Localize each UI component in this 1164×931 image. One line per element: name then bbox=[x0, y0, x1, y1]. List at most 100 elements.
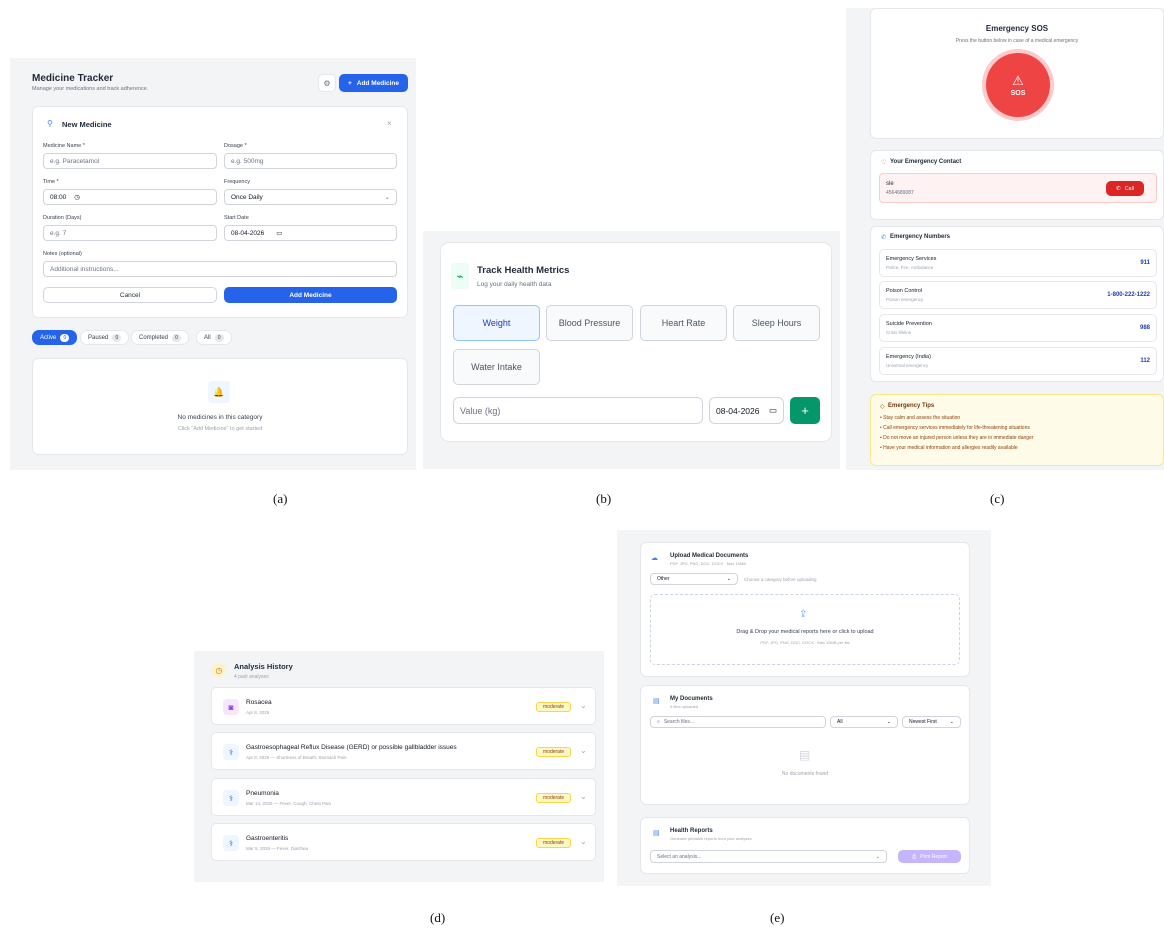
upload-icon: ⇪ bbox=[799, 609, 808, 620]
caption-c: (c) bbox=[990, 491, 1005, 506]
shield-icon: ◇ bbox=[880, 404, 885, 410]
filter-completed[interactable]: Completed 0 bbox=[131, 330, 190, 345]
emergency-panel: Emergency SOS Press the button below in … bbox=[846, 8, 1164, 470]
page-title: Medicine Tracker bbox=[32, 73, 114, 84]
history-subtitle: 4 past analyses bbox=[234, 674, 269, 680]
number-row[interactable]: Emergency (India) Universal emergency 11… bbox=[879, 347, 1157, 375]
stethoscope-icon: ⚕ bbox=[223, 835, 239, 851]
stethoscope-icon: ⚕ bbox=[223, 790, 239, 806]
metric-water-intake[interactable]: Water Intake bbox=[453, 349, 540, 385]
history-item[interactable]: ◙ Rosacea Apr 8, 2026 moderate ⌄ bbox=[211, 687, 596, 725]
frequency-label: Frequency bbox=[224, 179, 250, 185]
metric-blood-pressure[interactable]: Blood Pressure bbox=[546, 305, 633, 341]
type-filter-select[interactable]: All ⌄ bbox=[830, 716, 898, 728]
search-input[interactable]: ⌕ Search files... bbox=[650, 716, 826, 728]
time-input[interactable]: 08:00 ◷ bbox=[43, 189, 217, 205]
submit-medicine-button[interactable]: Add Medicine bbox=[224, 287, 397, 303]
start-date-label: Start Date bbox=[224, 215, 249, 221]
plus-icon: + bbox=[347, 79, 352, 87]
chevron-down-icon: ⌄ bbox=[384, 194, 390, 201]
date-input[interactable]: 08-04-2026 ▭ bbox=[709, 397, 784, 424]
chevron-down-icon: ⌄ bbox=[886, 719, 891, 725]
health-title: Track Health Metrics bbox=[477, 265, 570, 276]
metric-heart-rate[interactable]: Heart Rate bbox=[640, 305, 727, 341]
settings-button[interactable]: ⚙ bbox=[318, 74, 336, 92]
stethoscope-icon: ⚕ bbox=[223, 744, 239, 760]
activity-icon: ⌁ bbox=[451, 263, 469, 289]
chevron-down-icon[interactable]: ⌄ bbox=[580, 746, 587, 755]
close-icon[interactable]: × bbox=[387, 119, 392, 128]
history-item[interactable]: ⚕ Gastroesophageal Reflux Disease (GERD)… bbox=[211, 732, 596, 770]
upload-title: Upload Medical Documents bbox=[670, 553, 749, 559]
new-medicine-form: ⚲ New Medicine × Medicine Name * e.g. Pa… bbox=[32, 106, 408, 318]
duration-input[interactable]: e.g. 7 bbox=[43, 225, 217, 241]
severity-badge: moderate bbox=[536, 793, 572, 803]
start-date-input[interactable]: 08-04-2026 ▭ bbox=[224, 225, 397, 241]
filter-all[interactable]: All 0 bbox=[196, 330, 232, 345]
notes-input[interactable]: Additional instructions... bbox=[43, 261, 397, 277]
numbers-title: Emergency Numbers bbox=[890, 234, 951, 240]
calendar-icon: ▭ bbox=[768, 405, 777, 415]
name-label: Medicine Name * bbox=[43, 143, 85, 149]
category-select[interactable]: Other ⌄ bbox=[650, 573, 738, 585]
empty-title: No medicines in this category bbox=[177, 414, 263, 421]
health-subtitle: Log your daily health data bbox=[477, 281, 552, 288]
clock-icon: ◷ bbox=[74, 194, 80, 201]
caption-e: (e) bbox=[770, 910, 785, 925]
upload-card: ☁ Upload Medical Documents PDF, JPG, PNG… bbox=[640, 542, 970, 677]
print-report-button[interactable]: ⎙ Print Report bbox=[898, 850, 961, 863]
frequency-select[interactable]: Once Daily ⌄ bbox=[224, 189, 397, 205]
sos-card: Emergency SOS Press the button below in … bbox=[870, 8, 1164, 139]
pill-icon: ⚲ bbox=[47, 119, 53, 128]
filter-active[interactable]: Active 0 bbox=[32, 330, 78, 345]
metric-weight[interactable]: Weight bbox=[453, 305, 540, 341]
add-medicine-button[interactable]: + Add Medicine bbox=[339, 74, 408, 92]
empty-subtitle: Click "Add Medicine" to get started bbox=[177, 426, 263, 432]
time-label: Time * bbox=[43, 179, 59, 185]
search-icon: ⌕ bbox=[657, 719, 660, 725]
history-item[interactable]: ⚕ Gastroenteritis Mar 5, 2026 — Fever, D… bbox=[211, 823, 596, 861]
printer-icon: ⎙ bbox=[912, 853, 917, 860]
document-icon: ▤ bbox=[799, 748, 811, 762]
gear-icon: ⚙ bbox=[323, 78, 331, 88]
dosage-input[interactable]: e.g. 500mg bbox=[224, 153, 397, 169]
empty-state: 🔔 No medicines in this category Click "A… bbox=[32, 358, 408, 455]
health-panel: ⌁ Track Health Metrics Log your daily he… bbox=[423, 231, 840, 469]
history-item[interactable]: ⚕ Pneumonia Mar 14, 2026 — Fever, Cough,… bbox=[211, 778, 596, 816]
upload-cloud-icon: ☁ bbox=[651, 555, 658, 562]
chevron-down-icon: ⌄ bbox=[875, 853, 880, 860]
contact-name: sle bbox=[886, 181, 894, 187]
drop-zone[interactable]: ⇪ Drag & Drop your medical reports here … bbox=[650, 594, 960, 665]
chevron-down-icon[interactable]: ⌄ bbox=[580, 701, 587, 710]
number-row[interactable]: Poison Control Poison emergency 1-800-22… bbox=[879, 281, 1157, 309]
sos-button[interactable]: ⚠ SOS bbox=[986, 53, 1050, 117]
my-documents-card: ▤ My Documents 0 files uploaded ⌕ Search … bbox=[640, 685, 970, 805]
number-row[interactable]: Emergency Services Police, Fire, Ambulan… bbox=[879, 249, 1157, 277]
contact-phone: 4564689087 bbox=[886, 190, 914, 196]
drop-title: Drag & Drop your medical reports here or… bbox=[736, 629, 874, 635]
history-title: Analysis History bbox=[234, 662, 293, 671]
reports-subtitle: Generate printable reports from your ana… bbox=[670, 836, 752, 841]
cancel-button[interactable]: Cancel bbox=[43, 287, 217, 303]
metric-sleep-hours[interactable]: Sleep Hours bbox=[733, 305, 820, 341]
duration-label: Duration (Days) bbox=[43, 215, 82, 221]
upload-subtitle: PDF, JPG, PNG, DOC, DOCX · Max 10MB bbox=[670, 561, 747, 566]
chevron-down-icon: ⌄ bbox=[726, 576, 731, 582]
tip-item: • Call emergency services immediately fo… bbox=[880, 425, 1030, 431]
filter-paused[interactable]: Paused 0 bbox=[80, 330, 130, 345]
medicine-panel: Medicine Tracker Manage your medications… bbox=[10, 58, 416, 470]
medicine-name-input[interactable]: e.g. Paracetamol bbox=[43, 153, 217, 169]
number-row[interactable]: Suicide Prevention Crisis lifeline 988 bbox=[879, 314, 1157, 342]
sort-select[interactable]: Newest First ⌄ bbox=[902, 716, 961, 728]
my-docs-title: My Documents bbox=[670, 696, 713, 702]
emergency-contact-card: ♡ Your Emergency Contact sle 4564689087 … bbox=[870, 150, 1164, 220]
sos-title: Emergency SOS bbox=[985, 24, 1049, 33]
chevron-down-icon[interactable]: ⌄ bbox=[580, 792, 587, 801]
value-input[interactable]: Value (kg) bbox=[453, 397, 703, 424]
page-subtitle: Manage your medications and track adhere… bbox=[32, 86, 149, 92]
call-button[interactable]: ✆ Call bbox=[1106, 181, 1144, 196]
chevron-down-icon[interactable]: ⌄ bbox=[580, 837, 587, 846]
tips-title: Emergency Tips bbox=[888, 403, 935, 409]
add-metric-button[interactable]: + bbox=[790, 397, 820, 424]
analysis-select[interactable]: Select an analysis... ⌄ bbox=[650, 850, 887, 863]
